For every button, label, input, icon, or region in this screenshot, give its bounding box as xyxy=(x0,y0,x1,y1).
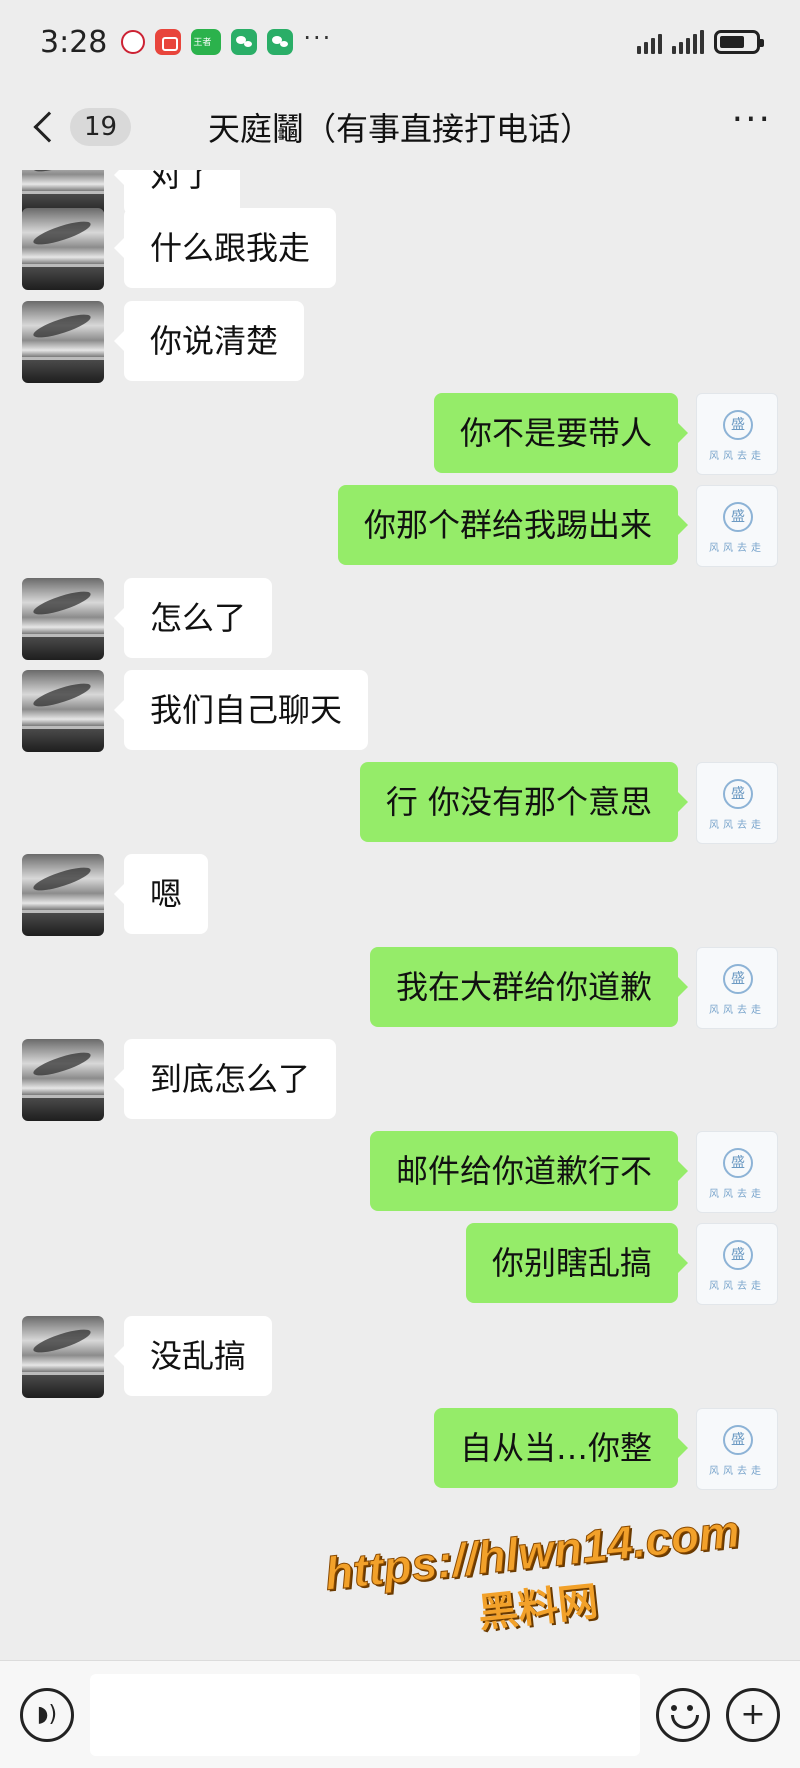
message-bubble[interactable]: 自从当…你整 xyxy=(433,1408,689,1488)
contact-avatar[interactable] xyxy=(22,1316,104,1398)
red-app-icon xyxy=(155,29,182,55)
message-bubble[interactable]: 你别瞎乱搞 xyxy=(465,1223,689,1303)
message-bubble[interactable]: 行 你没有那个意思 xyxy=(359,762,689,842)
game-app-icon xyxy=(121,30,146,54)
message-input[interactable] xyxy=(90,1673,640,1756)
back-button[interactable]: 19 xyxy=(28,108,132,146)
emoji-button[interactable] xyxy=(656,1687,710,1742)
contact-avatar[interactable] xyxy=(22,1039,104,1121)
game-king-icon xyxy=(191,29,222,55)
message-bubble[interactable]: 怎么了 xyxy=(113,578,273,658)
chat-header: 19 天庭鬮（有事直接打电话） ··· xyxy=(0,84,800,170)
voice-button[interactable]: ◗) xyxy=(20,1687,74,1742)
my-avatar[interactable]: 盛风风去走 xyxy=(696,393,778,475)
my-avatar[interactable]: 盛风风去走 xyxy=(696,1131,778,1213)
status-time: 3:28 xyxy=(40,24,108,60)
my-avatar[interactable]: 盛风风去走 xyxy=(696,1223,778,1305)
wechat-icon xyxy=(231,29,258,55)
message-bubble[interactable]: 你说清楚 xyxy=(113,301,305,381)
message-bubble[interactable]: 没乱搞 xyxy=(113,1316,273,1396)
battery-icon xyxy=(714,30,764,54)
unread-badge: 19 xyxy=(70,108,132,146)
contact-avatar[interactable] xyxy=(22,208,104,290)
my-avatar[interactable]: 盛风风去走 xyxy=(696,762,778,844)
signal-icon xyxy=(672,30,704,54)
contact-avatar[interactable] xyxy=(22,578,104,660)
message-bubble[interactable]: 邮件给你道歉行不 xyxy=(369,1131,689,1211)
contact-avatar[interactable] xyxy=(22,670,104,752)
message-list[interactable]: 对了 什么跟我走 你说清楚 盛风风去走 你不是要带人 盛风风去走 你那个群给我踢… xyxy=(0,170,800,1660)
message-bubble[interactable]: 你那个群给我踢出来 xyxy=(337,485,689,565)
message-bubble[interactable]: 你不是要带人 xyxy=(433,393,689,473)
contact-avatar[interactable] xyxy=(22,301,104,383)
my-avatar[interactable]: 盛风风去走 xyxy=(696,947,778,1029)
notification-icons: ··· xyxy=(121,24,332,55)
chevron-left-icon xyxy=(33,111,65,143)
my-avatar[interactable]: 盛风风去走 xyxy=(696,1408,778,1490)
more-button[interactable]: ··· xyxy=(732,102,772,138)
system-icons xyxy=(637,30,764,54)
signal-icon xyxy=(637,30,662,54)
status-bar: 3:28 ··· xyxy=(0,0,800,84)
input-bar: ◗) + xyxy=(0,1660,800,1768)
add-button[interactable]: + xyxy=(726,1687,780,1742)
contact-avatar[interactable] xyxy=(22,854,104,936)
message-bubble[interactable]: 什么跟我走 xyxy=(113,208,337,288)
more-notifications-icon: ··· xyxy=(303,24,333,52)
message-bubble[interactable]: 到底怎么了 xyxy=(113,1039,337,1119)
plus-icon: + xyxy=(740,1696,766,1732)
message-bubble[interactable]: 我们自己聊天 xyxy=(113,670,369,750)
message-bubble[interactable]: 我在大群给你道歉 xyxy=(369,947,689,1027)
wechat-icon xyxy=(267,29,294,55)
voice-icon: ◗) xyxy=(36,1701,58,1727)
message-bubble[interactable]: 嗯 xyxy=(113,854,209,934)
my-avatar[interactable]: 盛风风去走 xyxy=(696,485,778,567)
